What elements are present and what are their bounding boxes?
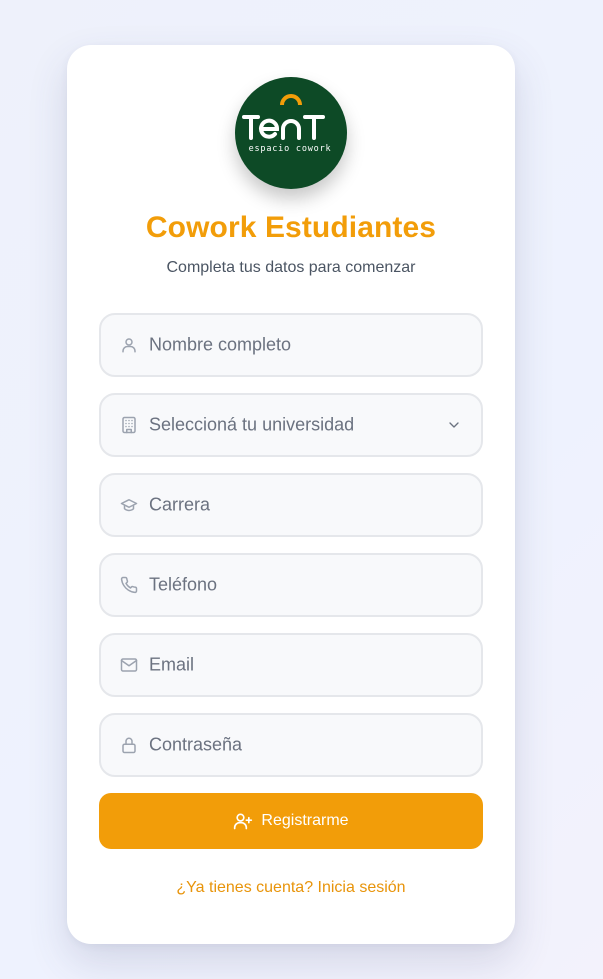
email-placeholder: Email: [149, 654, 195, 675]
building-icon: [119, 415, 139, 435]
register-button-label: Registrarme: [261, 812, 349, 829]
university-select[interactable]: Seleccioná tu universidad: [99, 393, 483, 457]
full-name-input[interactable]: Nombre completo: [99, 313, 483, 377]
lock-icon: [119, 735, 139, 755]
phone-icon: [119, 575, 139, 595]
page-title: Cowork Estudiantes: [145, 211, 437, 244]
graduation-cap-icon: [119, 495, 139, 515]
user-plus-icon: [233, 811, 253, 831]
register-card: espacio cowork Cowork Estudiantes Comple…: [67, 45, 515, 944]
full-name-placeholder: Nombre completo: [149, 334, 292, 355]
tent-logo: espacio cowork: [235, 77, 347, 189]
phone-placeholder: Teléfono: [149, 574, 218, 595]
email-input[interactable]: Email: [99, 633, 483, 697]
chevron-down-icon: [445, 416, 463, 434]
password-placeholder: Contraseña: [149, 734, 243, 755]
password-input[interactable]: Contraseña: [99, 713, 483, 777]
career-input[interactable]: Carrera: [99, 473, 483, 537]
university-placeholder: Seleccioná tu universidad: [149, 414, 355, 435]
career-placeholder: Carrera: [149, 494, 211, 515]
register-button[interactable]: Registrarme: [99, 793, 483, 849]
logo-tagline: espacio cowork: [249, 144, 332, 154]
login-link[interactable]: ¿Ya tienes cuenta? Inicia sesión: [67, 879, 515, 897]
phone-input[interactable]: Teléfono: [99, 553, 483, 617]
mail-icon: [119, 655, 139, 675]
page-subtitle: Completa tus datos para comenzar: [166, 259, 416, 276]
user-icon: [119, 335, 139, 355]
